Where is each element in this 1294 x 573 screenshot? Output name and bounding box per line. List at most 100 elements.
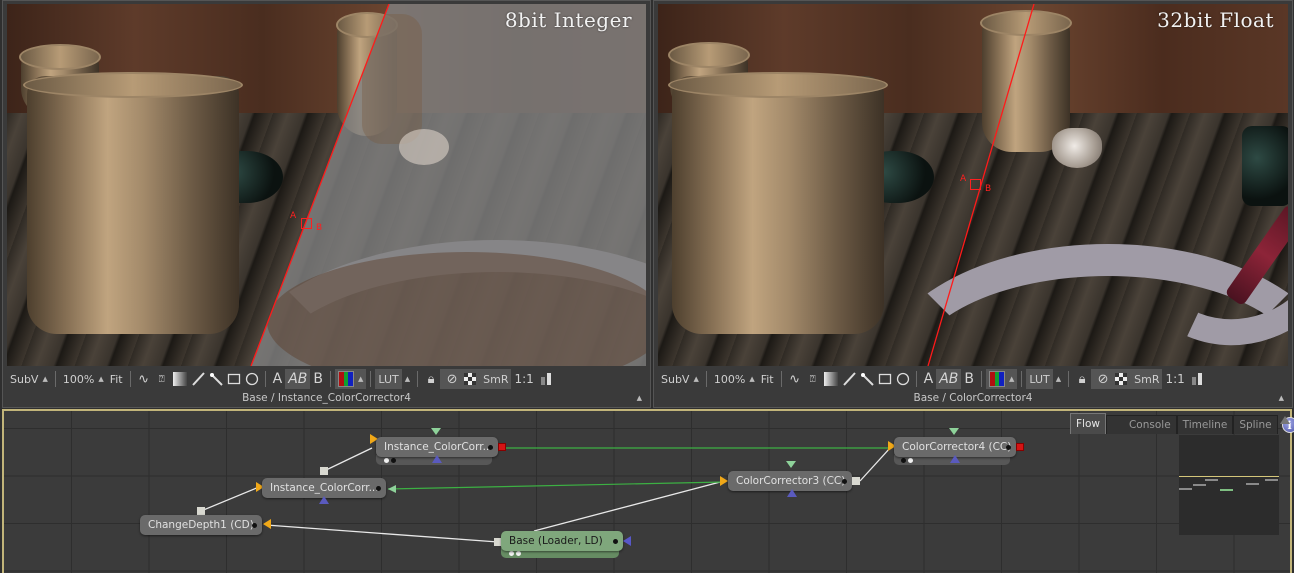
- circle-icon[interactable]: [244, 371, 260, 387]
- wire-changedepth-to-instance3: [200, 486, 260, 512]
- roi-icon[interactable]: ⊘: [444, 371, 460, 387]
- flow-navigator[interactable]: [1179, 435, 1279, 535]
- mask-input-icon[interactable]: [949, 428, 959, 435]
- levels-icon[interactable]: [1189, 371, 1205, 387]
- zoom-value: 100%: [62, 372, 95, 386]
- node-colorcorrector3[interactable]: ColorCorrector3 (CC): [728, 471, 852, 491]
- node-instance-colorcorrector4[interactable]: Instance_ColorCorr...: [376, 437, 498, 457]
- view-b-button[interactable]: B: [961, 369, 977, 389]
- view-b-button[interactable]: B: [310, 369, 326, 389]
- effect-mask-icon[interactable]: [432, 455, 442, 463]
- effect-mask-icon[interactable]: [950, 455, 960, 463]
- lock-icon[interactable]: 🔒︎: [423, 371, 439, 387]
- expand-arrow-icon[interactable]: ▲: [637, 390, 642, 406]
- view-ab-button[interactable]: AB: [936, 369, 962, 389]
- chevron-up-icon: ▲: [42, 375, 48, 383]
- lut-button[interactable]: LUT: [1026, 369, 1053, 389]
- ratio-button[interactable]: 1:1: [1162, 369, 1187, 389]
- tab-spline[interactable]: Spline: [1233, 415, 1278, 434]
- view-ab-button[interactable]: AB: [285, 369, 311, 389]
- node-changedepth1[interactable]: ChangeDepth1 (CD): [140, 515, 262, 535]
- wire-base-to-cc3: [533, 480, 725, 532]
- zoom-dropdown[interactable]: 100% ▲: [711, 369, 758, 389]
- tab-console[interactable]: Console: [1105, 415, 1177, 434]
- lock-icon[interactable]: 🔒︎: [1074, 371, 1090, 387]
- probe-label-a: A: [290, 211, 297, 221]
- effect-mask-icon[interactable]: [787, 489, 797, 497]
- rectangle-icon[interactable]: [877, 371, 893, 387]
- view-a-button[interactable]: A: [921, 369, 937, 389]
- pen-icon[interactable]: [190, 371, 206, 387]
- viewer-toolbar: SubV ▲ 100% ▲ Fit ∿ ⍰ A AB B ▲ LUT ▲ 🔒︎ ⊘: [7, 368, 646, 390]
- viewer-right-canvas[interactable]: A B 32bit Float: [658, 4, 1288, 366]
- spline-curve-icon[interactable]: ∿: [136, 371, 152, 387]
- output-port[interactable]: [197, 507, 205, 515]
- checker-icon[interactable]: [462, 371, 478, 387]
- probe-label-a: A: [960, 174, 967, 184]
- main-input-icon[interactable]: [263, 519, 271, 529]
- status-dot: [384, 458, 389, 463]
- fit-button[interactable]: Fit: [107, 369, 126, 389]
- loader-input-icon[interactable]: [623, 536, 631, 546]
- status-dot: [516, 551, 521, 556]
- viewer-left-canvas[interactable]: A B 8bit Integer: [7, 4, 646, 366]
- levels-icon[interactable]: [538, 371, 554, 387]
- channels-button[interactable]: ▲: [985, 369, 1018, 389]
- mask-input-icon[interactable]: [786, 461, 796, 468]
- effect-mask-icon[interactable]: [319, 496, 329, 504]
- tab-timeline[interactable]: Timeline: [1176, 415, 1234, 434]
- rgb-channels-icon: [988, 371, 1005, 387]
- output-dot: [376, 486, 381, 491]
- smr-button[interactable]: SmR: [1134, 373, 1159, 386]
- gradient-icon[interactable]: [823, 371, 839, 387]
- subview-button[interactable]: SubV ▲: [7, 369, 51, 389]
- lock-b-icon[interactable]: ⍰: [154, 371, 170, 387]
- probe-box[interactable]: [970, 179, 981, 190]
- node-colorcorrector4[interactable]: ColorCorrector4 (CC): [894, 437, 1016, 457]
- lut-button[interactable]: LUT: [375, 369, 402, 389]
- smr-button[interactable]: SmR: [483, 373, 508, 386]
- rectangle-icon[interactable]: [226, 371, 242, 387]
- magic-wand-icon[interactable]: [208, 371, 224, 387]
- chevron-up-icon: ▲: [98, 375, 104, 383]
- roi-group: ⊘ SmR: [1091, 369, 1163, 389]
- view-a-button[interactable]: A: [270, 369, 286, 389]
- lock-b-icon[interactable]: ⍰: [805, 371, 821, 387]
- tab-flow[interactable]: Flow: [1070, 413, 1106, 434]
- mask-input-icon[interactable]: [431, 428, 441, 435]
- main-input-icon[interactable]: [720, 476, 728, 486]
- pen-icon[interactable]: [841, 371, 857, 387]
- magic-wand-icon[interactable]: [859, 371, 875, 387]
- checker-icon[interactable]: [1113, 371, 1129, 387]
- output-port[interactable]: [498, 443, 506, 451]
- node-label: ColorCorrector4 (CC): [902, 441, 1012, 453]
- node-instance-colorcorrector3[interactable]: Instance_ColorCorr...: [262, 478, 386, 498]
- ratio-button[interactable]: 1:1: [511, 369, 536, 389]
- viewer-caption: 32bit Float: [1157, 8, 1274, 32]
- nav-node: [1265, 479, 1278, 481]
- probe-box[interactable]: [301, 218, 312, 229]
- output-port[interactable]: [1016, 443, 1024, 451]
- viewer-toolbar: SubV ▲ 100% ▲ Fit ∿ ⍰ A AB B ▲ LUT ▲ 🔒︎ ⊘: [658, 368, 1288, 390]
- roi-icon[interactable]: ⊘: [1095, 371, 1111, 387]
- gradient-icon[interactable]: [172, 371, 188, 387]
- spline-curve-icon[interactable]: ∿: [787, 371, 803, 387]
- lut-dropdown[interactable]: ▲: [402, 369, 413, 389]
- subview-label: SubV: [10, 372, 39, 386]
- lut-dropdown[interactable]: ▲: [1053, 369, 1064, 389]
- channels-button[interactable]: ▲: [334, 369, 367, 389]
- fit-button[interactable]: Fit: [758, 369, 777, 389]
- circle-icon[interactable]: [895, 371, 911, 387]
- status-dot: [908, 458, 913, 463]
- probe-label-b: B: [985, 184, 992, 194]
- zoom-dropdown[interactable]: 100% ▲: [60, 369, 107, 389]
- status-dot: [509, 551, 514, 556]
- subview-button[interactable]: SubV ▲: [658, 369, 702, 389]
- output-port[interactable]: [320, 467, 328, 475]
- output-port[interactable]: [852, 477, 860, 485]
- scroll-up-arrow-icon[interactable]: [1280, 416, 1290, 424]
- node-base-loader[interactable]: Base (Loader, LD): [501, 531, 623, 551]
- lut-label: LUT: [378, 372, 399, 386]
- expand-arrow-icon[interactable]: ▲: [1279, 390, 1284, 406]
- probe-label-b: B: [316, 223, 323, 233]
